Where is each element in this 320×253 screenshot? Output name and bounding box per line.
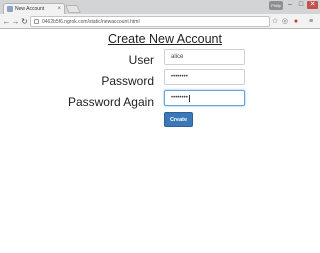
page-content: Create New Account User alice Password •… xyxy=(0,29,320,253)
minimize-button[interactable]: – xyxy=(285,1,295,9)
close-window-button[interactable]: ✕ xyxy=(307,1,318,9)
maximize-button[interactable]: □ xyxy=(296,1,306,9)
forward-icon[interactable]: → xyxy=(11,17,20,26)
browser-toolbar: ← → ↻ 0462b5f6.ngrok.com/static/newaccou… xyxy=(0,14,320,29)
bookmark-star-icon[interactable]: ☆ xyxy=(271,17,279,26)
new-tab-button[interactable] xyxy=(65,5,81,13)
browser-chrome: New Account × Philip – □ ✕ ← → ↻ 0462b5f… xyxy=(0,0,320,29)
menu-icon[interactable]: ≡ xyxy=(307,17,315,26)
tab-strip: New Account × Philip – □ ✕ xyxy=(0,0,320,14)
create-button[interactable]: Create xyxy=(164,112,193,127)
page-title: Create New Account xyxy=(108,32,222,46)
user-label: User xyxy=(128,53,154,67)
extension-icon[interactable]: ◎ xyxy=(281,17,289,26)
password-label: Password xyxy=(101,74,154,88)
close-icon[interactable]: × xyxy=(57,5,61,13)
reload-icon[interactable]: ↻ xyxy=(20,17,29,26)
tab-title: New Account xyxy=(15,6,45,12)
url-text: 0462b5f6.ngrok.com/static/newaccount.htm… xyxy=(42,18,140,25)
password-again-input[interactable]: •••••••• xyxy=(164,90,245,106)
password-again-label: Password Again xyxy=(67,95,154,109)
page-info-icon[interactable] xyxy=(34,19,39,24)
back-icon[interactable]: ← xyxy=(2,17,11,26)
user-profile-badge[interactable]: Philip xyxy=(269,1,283,10)
extension-icon-2[interactable]: ● xyxy=(292,17,300,26)
address-bar[interactable]: 0462b5f6.ngrok.com/static/newaccount.htm… xyxy=(30,16,270,27)
tab-new-account[interactable]: New Account × xyxy=(3,3,65,14)
page-icon xyxy=(7,6,13,12)
user-input[interactable]: alice xyxy=(164,49,245,65)
password-input[interactable]: •••••••• xyxy=(164,69,245,85)
